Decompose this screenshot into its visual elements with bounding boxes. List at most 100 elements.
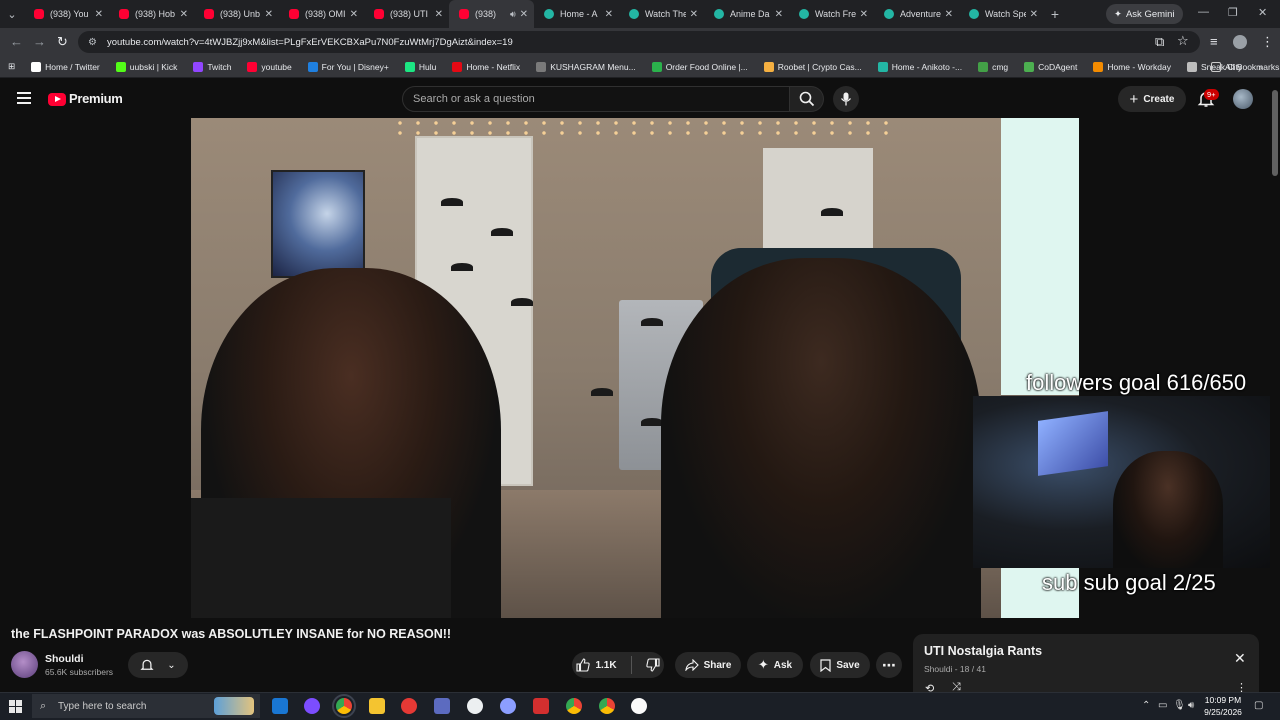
taskbar-search-input[interactable]: ⌕ Type here to search [32,694,260,718]
ask-gemini-button[interactable]: ✦ Ask Gemini [1106,4,1183,24]
playlist-title[interactable]: UTI Nostalgia Rants [924,644,1042,658]
bookmark-item[interactable]: uubski | Kick [108,61,186,72]
taskbar-clock-date[interactable]: 9/25/2026 [1197,707,1249,717]
browser-tab[interactable]: (938) You ✕ [24,0,109,28]
address-bar[interactable]: ⚙ youtube.com/watch?v=4tWJBZjj9xM&list=P… [78,31,1200,53]
bookmark-item[interactable]: For You | Disney+ [300,61,397,72]
close-tab-icon[interactable]: ✕ [775,9,783,20]
taskbar-app-icon[interactable] [272,698,288,714]
browser-tab[interactable]: (938) Unb ✕ [194,0,279,28]
bookmark-item[interactable]: Twitch [185,61,239,72]
browser-tab[interactable]: Watch Spe ✕ [959,0,1044,28]
browser-tab[interactable]: Watch The ✕ [619,0,704,28]
file-explorer-icon[interactable] [369,698,385,714]
tray-chevron-up-icon[interactable]: ⌃ [1142,700,1150,711]
speaker-icon[interactable]: 🔊︎ [510,9,516,20]
close-tab-icon[interactable]: ✕ [520,9,528,20]
channel-name[interactable]: Shouldi [45,653,84,665]
apps-icon[interactable]: ⊞ [0,61,23,72]
browser-tab-active[interactable]: (938) 🔊︎ ✕ [449,0,534,28]
reload-icon[interactable]: ↻ [57,34,68,50]
network-icon[interactable]: ▭ [1158,700,1167,711]
taskbar-app-icon[interactable] [467,698,483,714]
playlist-owner[interactable]: Shouldi [924,664,952,674]
more-actions-icon[interactable]: ⋯ [876,652,902,678]
clock-app-icon[interactable] [631,698,647,714]
bookmark-item[interactable]: Home - Netflix [444,61,528,72]
subscribed-notifications-button[interactable]: ⌄ [128,652,188,678]
close-tab-icon[interactable]: ✕ [860,9,868,20]
close-window-icon[interactable]: ✕ [1258,6,1267,19]
bookmark-item[interactable]: Roobet | Crypto Cas... [756,61,870,72]
bookmark-item[interactable]: Home - Workday [1085,61,1179,72]
chrome-menu-icon[interactable]: ⋮ [1261,34,1274,50]
install-app-icon[interactable]: ⧉ [1155,34,1164,50]
browser-tab[interactable]: (938) UTI ✕ [364,0,449,28]
youtube-brand[interactable]: Premium [69,91,123,106]
site-info-icon[interactable]: ⚙ [88,37,97,48]
bookmark-star-icon[interactable]: ☆ [1177,33,1189,49]
chrome-taskbar-icon[interactable] [599,698,615,714]
account-avatar[interactable] [1233,89,1253,109]
tab-search-icon[interactable]: ⌄ [0,0,24,28]
search-input[interactable]: Search or ask a question [402,86,790,112]
like-button[interactable]: 1.1K [576,658,617,672]
close-tab-icon[interactable]: ✕ [350,9,358,20]
windows-start-icon[interactable] [9,700,22,713]
close-tab-icon[interactable]: ✕ [690,9,698,20]
channel-avatar[interactable] [11,651,38,678]
media-controls-icon[interactable]: ≡ [1210,34,1218,49]
hamburger-menu-icon[interactable] [17,92,31,104]
browser-tab[interactable]: Watch Fre ✕ [789,0,874,28]
browser-tab[interactable]: Home - A ✕ [534,0,619,28]
browser-tab[interactable]: Adventure ✕ [874,0,959,28]
taskbar-app-icon[interactable] [401,698,417,714]
bookmark-item[interactable]: Order Food Online |... [644,61,756,72]
profile-avatar[interactable] [1233,35,1247,49]
microphone-tray-icon[interactable]: 🎙︎ [1173,700,1186,711]
search-button[interactable] [790,86,824,112]
create-button[interactable]: + Create [1118,86,1186,112]
bookmark-item[interactable]: Home / Twitter [23,61,108,72]
new-tab-icon[interactable]: + [1044,6,1066,22]
close-tab-icon[interactable]: ✕ [265,9,273,20]
thumbs-down-icon[interactable] [645,658,660,672]
close-tab-icon[interactable]: ✕ [945,9,953,20]
bookmark-item[interactable]: youtube [239,61,299,72]
browser-tab[interactable]: Anime Da ✕ [704,0,789,28]
minimize-icon[interactable]: — [1198,6,1209,18]
save-button[interactable]: Save [810,652,870,678]
youtube-logo-icon[interactable] [48,93,66,106]
close-tab-icon[interactable]: ✕ [1030,9,1038,20]
restore-icon[interactable]: ❐ [1228,6,1238,19]
browser-tab[interactable]: (938) Hob ✕ [109,0,194,28]
notification-center-icon[interactable]: ▢ [1254,700,1263,711]
forward-icon[interactable]: → [33,34,46,49]
taskbar-app-icon[interactable] [533,698,549,714]
close-tab-icon[interactable]: ✕ [180,9,188,20]
share-button[interactable]: Share [675,652,741,678]
close-playlist-icon[interactable]: ✕ [1234,650,1246,667]
chrome-taskbar-icon[interactable] [566,698,582,714]
bookmark-item[interactable]: Hulu [397,61,444,72]
taskbar-clock-time[interactable]: 10:09 PM [1197,695,1249,705]
voice-search-button[interactable] [833,86,859,112]
all-bookmarks-button[interactable]: All Bookmarks [1203,61,1280,72]
page-scrollbar-thumb[interactable] [1272,90,1278,176]
close-tab-icon[interactable]: ✕ [605,9,613,20]
bookmark-item[interactable]: KUSHAGRAM Menu... [528,61,644,72]
ask-button[interactable]: ✦ Ask [747,652,803,678]
close-tab-icon[interactable]: ✕ [95,9,103,20]
chrome-taskbar-icon[interactable] [332,694,356,718]
bookmark-item[interactable]: Home - Anikoto -... [870,61,970,72]
taskbar-app-icon[interactable] [500,698,516,714]
volume-icon[interactable]: 🔊︎ [1188,700,1194,711]
game-controller-icon[interactable] [434,698,450,714]
video-player[interactable] [191,118,1079,618]
taskbar-app-icon[interactable] [304,698,320,714]
browser-tab[interactable]: (938) OMI ✕ [279,0,364,28]
back-icon[interactable]: ← [10,34,23,49]
close-tab-icon[interactable]: ✕ [435,9,443,20]
bookmark-item[interactable]: CoDAgent [1016,61,1085,72]
bookmark-item[interactable]: cmg [970,61,1016,72]
